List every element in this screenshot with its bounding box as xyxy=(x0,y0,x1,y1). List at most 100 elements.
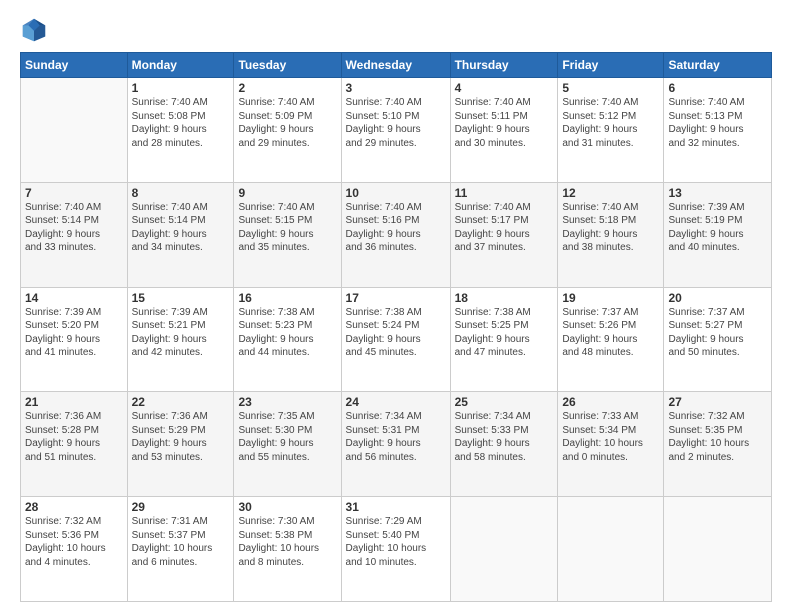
day-detail: Sunrise: 7:32 AMSunset: 5:36 PMDaylight:… xyxy=(25,515,123,569)
day-detail: Sunrise: 7:38 AMSunset: 5:24 PMDaylight:… xyxy=(346,306,446,360)
day-cell: 16Sunrise: 7:38 AMSunset: 5:23 PMDayligh… xyxy=(234,287,341,392)
day-cell xyxy=(664,497,772,602)
day-detail: Sunrise: 7:40 AMSunset: 5:18 PMDaylight:… xyxy=(562,201,659,255)
day-detail: Sunrise: 7:40 AMSunset: 5:15 PMDaylight:… xyxy=(238,201,336,255)
day-number: 19 xyxy=(562,291,659,305)
week-row-2: 7Sunrise: 7:40 AMSunset: 5:14 PMDaylight… xyxy=(21,182,772,287)
day-number: 8 xyxy=(132,186,230,200)
day-number: 16 xyxy=(238,291,336,305)
day-detail: Sunrise: 7:31 AMSunset: 5:37 PMDaylight:… xyxy=(132,515,230,569)
header xyxy=(20,16,772,44)
day-cell: 7Sunrise: 7:40 AMSunset: 5:14 PMDaylight… xyxy=(21,182,128,287)
day-detail: Sunrise: 7:32 AMSunset: 5:35 PMDaylight:… xyxy=(668,410,767,464)
day-number: 12 xyxy=(562,186,659,200)
day-number: 18 xyxy=(455,291,554,305)
day-detail: Sunrise: 7:39 AMSunset: 5:21 PMDaylight:… xyxy=(132,306,230,360)
day-detail: Sunrise: 7:37 AMSunset: 5:27 PMDaylight:… xyxy=(668,306,767,360)
day-detail: Sunrise: 7:38 AMSunset: 5:23 PMDaylight:… xyxy=(238,306,336,360)
day-cell: 28Sunrise: 7:32 AMSunset: 5:36 PMDayligh… xyxy=(21,497,128,602)
day-detail: Sunrise: 7:29 AMSunset: 5:40 PMDaylight:… xyxy=(346,515,446,569)
day-detail: Sunrise: 7:40 AMSunset: 5:14 PMDaylight:… xyxy=(25,201,123,255)
day-number: 24 xyxy=(346,395,446,409)
day-detail: Sunrise: 7:40 AMSunset: 5:09 PMDaylight:… xyxy=(238,96,336,150)
logo xyxy=(20,16,52,44)
day-cell: 22Sunrise: 7:36 AMSunset: 5:29 PMDayligh… xyxy=(127,392,234,497)
day-number: 11 xyxy=(455,186,554,200)
calendar-header: SundayMondayTuesdayWednesdayThursdayFrid… xyxy=(21,53,772,78)
day-cell: 29Sunrise: 7:31 AMSunset: 5:37 PMDayligh… xyxy=(127,497,234,602)
day-cell: 19Sunrise: 7:37 AMSunset: 5:26 PMDayligh… xyxy=(558,287,664,392)
day-cell: 17Sunrise: 7:38 AMSunset: 5:24 PMDayligh… xyxy=(341,287,450,392)
day-cell: 26Sunrise: 7:33 AMSunset: 5:34 PMDayligh… xyxy=(558,392,664,497)
day-number: 22 xyxy=(132,395,230,409)
day-number: 3 xyxy=(346,81,446,95)
header-cell-tuesday: Tuesday xyxy=(234,53,341,78)
day-number: 13 xyxy=(668,186,767,200)
week-row-4: 21Sunrise: 7:36 AMSunset: 5:28 PMDayligh… xyxy=(21,392,772,497)
day-number: 6 xyxy=(668,81,767,95)
day-detail: Sunrise: 7:40 AMSunset: 5:14 PMDaylight:… xyxy=(132,201,230,255)
week-row-3: 14Sunrise: 7:39 AMSunset: 5:20 PMDayligh… xyxy=(21,287,772,392)
day-number: 25 xyxy=(455,395,554,409)
day-cell: 8Sunrise: 7:40 AMSunset: 5:14 PMDaylight… xyxy=(127,182,234,287)
day-number: 10 xyxy=(346,186,446,200)
calendar-table: SundayMondayTuesdayWednesdayThursdayFrid… xyxy=(20,52,772,602)
day-cell: 24Sunrise: 7:34 AMSunset: 5:31 PMDayligh… xyxy=(341,392,450,497)
day-number: 28 xyxy=(25,500,123,514)
day-detail: Sunrise: 7:40 AMSunset: 5:10 PMDaylight:… xyxy=(346,96,446,150)
day-number: 9 xyxy=(238,186,336,200)
day-detail: Sunrise: 7:40 AMSunset: 5:16 PMDaylight:… xyxy=(346,201,446,255)
day-detail: Sunrise: 7:37 AMSunset: 5:26 PMDaylight:… xyxy=(562,306,659,360)
day-cell: 30Sunrise: 7:30 AMSunset: 5:38 PMDayligh… xyxy=(234,497,341,602)
day-detail: Sunrise: 7:39 AMSunset: 5:20 PMDaylight:… xyxy=(25,306,123,360)
week-row-1: 1Sunrise: 7:40 AMSunset: 5:08 PMDaylight… xyxy=(21,78,772,183)
day-cell: 23Sunrise: 7:35 AMSunset: 5:30 PMDayligh… xyxy=(234,392,341,497)
header-row: SundayMondayTuesdayWednesdayThursdayFrid… xyxy=(21,53,772,78)
day-cell: 11Sunrise: 7:40 AMSunset: 5:17 PMDayligh… xyxy=(450,182,558,287)
day-number: 15 xyxy=(132,291,230,305)
day-cell: 2Sunrise: 7:40 AMSunset: 5:09 PMDaylight… xyxy=(234,78,341,183)
day-cell: 20Sunrise: 7:37 AMSunset: 5:27 PMDayligh… xyxy=(664,287,772,392)
day-detail: Sunrise: 7:40 AMSunset: 5:12 PMDaylight:… xyxy=(562,96,659,150)
day-detail: Sunrise: 7:38 AMSunset: 5:25 PMDaylight:… xyxy=(455,306,554,360)
header-cell-friday: Friday xyxy=(558,53,664,78)
header-cell-monday: Monday xyxy=(127,53,234,78)
day-number: 31 xyxy=(346,500,446,514)
day-cell: 5Sunrise: 7:40 AMSunset: 5:12 PMDaylight… xyxy=(558,78,664,183)
day-cell: 27Sunrise: 7:32 AMSunset: 5:35 PMDayligh… xyxy=(664,392,772,497)
header-cell-saturday: Saturday xyxy=(664,53,772,78)
day-number: 27 xyxy=(668,395,767,409)
day-number: 17 xyxy=(346,291,446,305)
day-detail: Sunrise: 7:30 AMSunset: 5:38 PMDaylight:… xyxy=(238,515,336,569)
day-detail: Sunrise: 7:40 AMSunset: 5:13 PMDaylight:… xyxy=(668,96,767,150)
day-number: 26 xyxy=(562,395,659,409)
calendar-body: 1Sunrise: 7:40 AMSunset: 5:08 PMDaylight… xyxy=(21,78,772,602)
day-number: 7 xyxy=(25,186,123,200)
day-number: 23 xyxy=(238,395,336,409)
header-cell-wednesday: Wednesday xyxy=(341,53,450,78)
day-detail: Sunrise: 7:36 AMSunset: 5:28 PMDaylight:… xyxy=(25,410,123,464)
day-cell: 15Sunrise: 7:39 AMSunset: 5:21 PMDayligh… xyxy=(127,287,234,392)
day-number: 1 xyxy=(132,81,230,95)
day-detail: Sunrise: 7:40 AMSunset: 5:08 PMDaylight:… xyxy=(132,96,230,150)
day-cell xyxy=(450,497,558,602)
day-cell: 18Sunrise: 7:38 AMSunset: 5:25 PMDayligh… xyxy=(450,287,558,392)
day-number: 5 xyxy=(562,81,659,95)
day-cell: 31Sunrise: 7:29 AMSunset: 5:40 PMDayligh… xyxy=(341,497,450,602)
day-detail: Sunrise: 7:34 AMSunset: 5:33 PMDaylight:… xyxy=(455,410,554,464)
day-detail: Sunrise: 7:34 AMSunset: 5:31 PMDaylight:… xyxy=(346,410,446,464)
day-cell: 21Sunrise: 7:36 AMSunset: 5:28 PMDayligh… xyxy=(21,392,128,497)
day-cell: 3Sunrise: 7:40 AMSunset: 5:10 PMDaylight… xyxy=(341,78,450,183)
day-cell: 10Sunrise: 7:40 AMSunset: 5:16 PMDayligh… xyxy=(341,182,450,287)
header-cell-sunday: Sunday xyxy=(21,53,128,78)
day-detail: Sunrise: 7:35 AMSunset: 5:30 PMDaylight:… xyxy=(238,410,336,464)
day-detail: Sunrise: 7:33 AMSunset: 5:34 PMDaylight:… xyxy=(562,410,659,464)
day-cell xyxy=(558,497,664,602)
day-cell: 9Sunrise: 7:40 AMSunset: 5:15 PMDaylight… xyxy=(234,182,341,287)
day-number: 21 xyxy=(25,395,123,409)
day-number: 20 xyxy=(668,291,767,305)
day-number: 2 xyxy=(238,81,336,95)
day-cell: 14Sunrise: 7:39 AMSunset: 5:20 PMDayligh… xyxy=(21,287,128,392)
day-cell: 6Sunrise: 7:40 AMSunset: 5:13 PMDaylight… xyxy=(664,78,772,183)
week-row-5: 28Sunrise: 7:32 AMSunset: 5:36 PMDayligh… xyxy=(21,497,772,602)
